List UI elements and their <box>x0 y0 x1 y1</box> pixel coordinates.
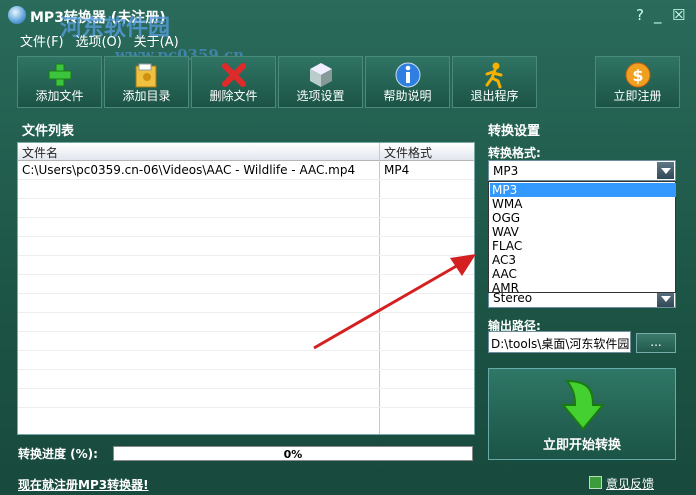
format-option-ac3[interactable]: AC3 <box>490 253 676 267</box>
format-option-aac[interactable]: AAC <box>490 267 676 281</box>
add-icon <box>48 63 72 87</box>
row-line <box>18 388 474 389</box>
menu-options[interactable]: 选项(O) <box>75 31 121 50</box>
menu-about[interactable]: 关于(A) <box>134 31 179 50</box>
settings-cube-icon <box>310 63 332 87</box>
folder-icon <box>135 63 157 88</box>
help-label: 帮助说明 <box>383 89 432 103</box>
convert-arrow-icon <box>560 379 606 431</box>
help-window-button[interactable]: ? <box>636 6 644 24</box>
delete-icon <box>222 63 246 87</box>
column-filename[interactable]: 文件名 <box>22 144 58 161</box>
options-button[interactable]: 选项设置 <box>278 56 363 108</box>
delete-file-button[interactable]: 删除文件 <box>191 56 276 108</box>
file-list-header: 文件名 文件格式 <box>18 143 474 161</box>
svg-text:$: $ <box>632 66 643 85</box>
app-window: MP3转换器 (未注册) ? _ ☒ 河东软件园 www.pc0359.cn 文… <box>0 0 696 495</box>
format-option-wav[interactable]: WAV <box>490 225 676 239</box>
menu-file[interactable]: 文件(F) <box>20 31 64 50</box>
column-format[interactable]: 文件格式 <box>384 144 432 161</box>
file-format-cell: MP4 <box>384 163 410 177</box>
exit-button[interactable]: 退出程序 <box>452 56 537 108</box>
feedback-label: 意见反馈 <box>606 477 655 491</box>
app-icon <box>8 6 26 24</box>
format-select-value: MP3 <box>493 164 519 178</box>
start-convert-label: 立即开始转换 <box>542 438 621 453</box>
menu-bar: 文件(F) 选项(O) 关于(A) <box>20 31 187 50</box>
progress-text: 0% <box>283 448 303 461</box>
add-folder-button[interactable]: 添加目录 <box>104 56 189 108</box>
register-button[interactable]: $ 立即注册 <box>595 56 680 108</box>
add-folder-label: 添加目录 <box>122 89 171 103</box>
minimize-button[interactable]: _ <box>654 6 662 24</box>
format-label: 转换格式: <box>488 146 541 160</box>
format-option-wma[interactable]: WMA <box>490 197 676 211</box>
register-label: 立即注册 <box>613 89 662 103</box>
channel-select-value: Stereo <box>493 291 533 305</box>
output-path-field[interactable]: D:\tools\桌面\河东软件园 <box>488 331 631 353</box>
row-line <box>18 198 474 199</box>
close-button[interactable]: ☒ <box>672 6 685 24</box>
exit-runner-icon <box>485 62 503 89</box>
row-line <box>18 407 474 408</box>
options-label: 选项设置 <box>296 89 345 103</box>
row-line <box>18 369 474 370</box>
add-file-button[interactable]: 添加文件 <box>17 56 102 108</box>
feedback-icon <box>589 476 602 489</box>
feedback-link[interactable]: 意见反馈 <box>589 475 655 492</box>
settings-title: 转换设置 <box>488 124 541 139</box>
annotation-arrow <box>313 254 476 350</box>
add-file-label: 添加文件 <box>35 89 84 103</box>
row-line <box>18 179 474 180</box>
delete-file-label: 删除文件 <box>209 89 258 103</box>
file-list-title: 文件列表 <box>22 124 75 139</box>
register-coin-icon: $ <box>625 62 651 88</box>
progress-label: 转换进度 (%): <box>18 447 98 461</box>
start-convert-button[interactable]: 立即开始转换 <box>488 368 676 460</box>
format-option-amr[interactable]: AMR <box>490 281 676 292</box>
info-icon <box>395 62 421 88</box>
help-button[interactable]: 帮助说明 <box>365 56 450 108</box>
format-option-ogg[interactable]: OGG <box>490 211 676 225</box>
register-link[interactable]: 现在就注册MP3转换器! <box>18 476 149 493</box>
row-line <box>18 236 474 237</box>
exit-label: 退出程序 <box>470 89 519 103</box>
browse-button[interactable]: ... <box>636 333 676 353</box>
column-divider[interactable] <box>379 143 380 160</box>
format-select[interactable]: MP3 <box>488 160 676 181</box>
row-line <box>18 217 474 218</box>
conversion-progress-bar: 0% <box>113 446 473 461</box>
format-option-flac[interactable]: FLAC <box>490 239 676 253</box>
format-dropdown-list[interactable]: MP3 WMA OGG WAV FLAC AC3 AAC AMR <box>488 181 676 293</box>
chevron-down-icon[interactable] <box>657 162 674 179</box>
format-option-mp3[interactable]: MP3 <box>490 183 676 197</box>
file-name-cell: C:\Users\pc0359.cn-06\Videos\AAC - Wildl… <box>22 163 356 177</box>
